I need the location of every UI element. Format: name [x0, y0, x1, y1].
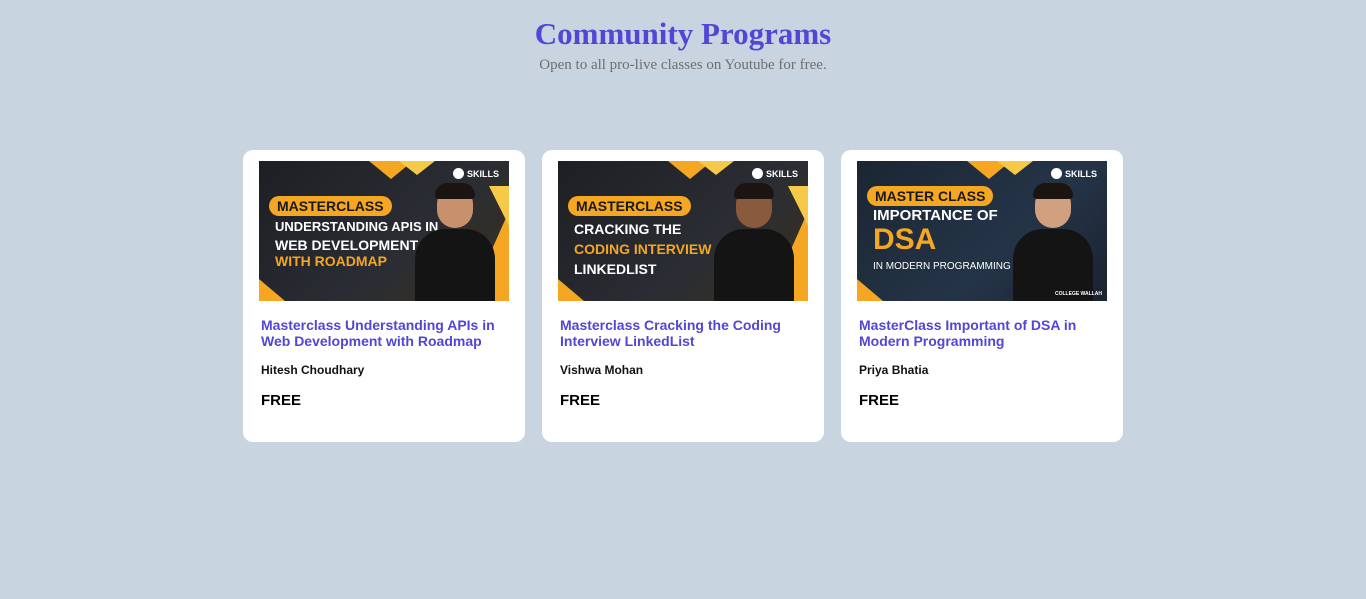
course-price: FREE: [560, 392, 601, 409]
thumbnail-line: IMPORTANCE OF: [873, 207, 998, 224]
thumbnail-line: UNDERSTANDING APIS IN: [275, 219, 439, 234]
page-subtitle: Open to all pro-live classes on Youtube …: [539, 57, 827, 73]
thumbnail-badge: MASTERCLASS: [269, 196, 392, 216]
brand-logo: SKILLS: [452, 168, 499, 179]
page-title: Community Programs: [534, 16, 832, 51]
thumbnail-line: DSA: [873, 223, 937, 256]
thumbnail-badge: MASTERCLASS: [568, 196, 691, 216]
course-card[interactable]: SKILLS MASTER CLASS IMPORTANCE OF DSA IN…: [841, 150, 1123, 442]
course-card[interactable]: SKILLS MASTERCLASS CRACKING THE CODING I…: [542, 150, 824, 442]
thumbnail-line: LINKEDLIST: [574, 261, 657, 277]
brand-logo: SKILLS: [751, 168, 798, 179]
instructor-photo: [1013, 183, 1093, 301]
course-price: FREE: [859, 392, 900, 409]
instructor-photo: [714, 183, 794, 301]
brand-logo: SKILLS: [1050, 168, 1097, 179]
brand-logo-icon: [1050, 168, 1062, 179]
thumbnail-line: CODING INTERVIEW: [574, 241, 712, 257]
course-author: Priya Bhatia: [859, 363, 929, 377]
course-card-list: SKILLS MASTERCLASS UNDERSTANDING APIS IN…: [243, 150, 1123, 442]
course-title[interactable]: Masterclass Cracking the Coding Intervie…: [560, 317, 806, 349]
course-author: Vishwa Mohan: [560, 363, 644, 377]
course-card[interactable]: SKILLS MASTERCLASS UNDERSTANDING APIS IN…: [243, 150, 525, 442]
thumbnail-badge: MASTER CLASS: [867, 186, 994, 206]
course-thumbnail[interactable]: SKILLS MASTERCLASS UNDERSTANDING APIS IN…: [259, 161, 509, 301]
brand-logo-icon: [751, 168, 763, 179]
course-title[interactable]: MasterClass Important of DSA in Modern P…: [859, 317, 1105, 349]
course-title[interactable]: Masterclass Understanding APIs in Web De…: [261, 317, 507, 349]
course-author: Hitesh Choudhary: [261, 363, 365, 377]
brand-logo-icon: [452, 168, 464, 179]
thumbnail-line: WEB DEVELOPMENT: [275, 237, 419, 253]
page-header: Community Programs Open to all pro-live …: [0, 0, 1366, 74]
course-thumbnail[interactable]: SKILLS MASTERCLASS CRACKING THE CODING I…: [558, 161, 808, 301]
instructor-photo: [415, 183, 495, 301]
thumbnail-line: CRACKING THE: [574, 221, 682, 237]
course-price: FREE: [261, 392, 302, 409]
thumbnail-line: WITH ROADMAP: [275, 253, 387, 269]
thumbnail-footer: COLLEGE WALLAH: [1055, 291, 1102, 297]
course-thumbnail[interactable]: SKILLS MASTER CLASS IMPORTANCE OF DSA IN…: [857, 161, 1107, 301]
thumbnail-line: IN MODERN PROGRAMMING: [873, 261, 1011, 272]
